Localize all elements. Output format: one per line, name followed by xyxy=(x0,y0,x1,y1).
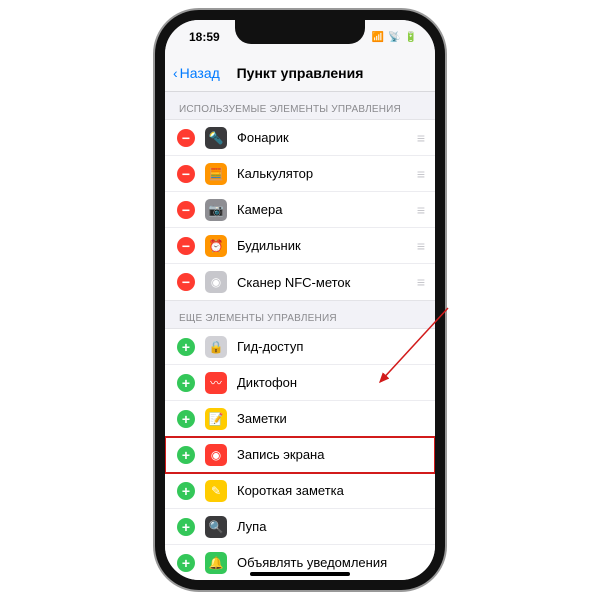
chevron-left-icon: ‹ xyxy=(173,65,178,81)
control-label: Сканер NFC-меток xyxy=(237,275,407,290)
battery-icon: 🔋 xyxy=(405,32,417,43)
control-row: + ✎ Короткая заметка xyxy=(165,473,435,509)
drag-handle-icon[interactable]: ≡ xyxy=(417,202,423,218)
control-label: Запись экрана xyxy=(237,447,423,462)
control-label: Камера xyxy=(237,202,407,217)
app-icon: 🔒 xyxy=(205,336,227,358)
control-label: Объявлять уведомления xyxy=(237,555,423,570)
back-label: Назад xyxy=(180,65,220,81)
control-row: + ◉ Запись экрана xyxy=(165,437,435,473)
control-row: −🧮 Калькулятор ≡ xyxy=(165,156,435,192)
app-icon: ◉ xyxy=(205,444,227,466)
drag-handle-icon[interactable]: ≡ xyxy=(417,130,423,146)
control-label: Гид-доступ xyxy=(237,339,423,354)
control-row: −🔦 Фонарик ≡ xyxy=(165,120,435,156)
add-button[interactable]: + xyxy=(177,446,195,464)
control-row: + 🔒 Гид-доступ xyxy=(165,329,435,365)
home-indicator[interactable] xyxy=(250,572,350,576)
remove-button[interactable]: − xyxy=(177,201,195,219)
control-label: Диктофон xyxy=(237,375,423,390)
control-row: −◉ Сканер NFC-меток ≡ xyxy=(165,264,435,300)
app-icon: 🔔 xyxy=(205,552,227,574)
app-icon: ✎ xyxy=(205,480,227,502)
app-icon: 📷 xyxy=(205,199,227,221)
control-label: Будильник xyxy=(237,238,407,253)
add-button[interactable]: + xyxy=(177,482,195,500)
app-icon: 🧮 xyxy=(205,163,227,185)
control-row: + 〰 Диктофон xyxy=(165,365,435,401)
control-label: Лупа xyxy=(237,519,423,534)
section-header-more: ЕЩЕ ЭЛЕМЕНТЫ УПРАВЛЕНИЯ xyxy=(165,301,435,328)
app-icon: 〰 xyxy=(205,372,227,394)
more-list: + 🔒 Гид-доступ + 〰 Диктофон + 📝 Заметки + ◉ Запись … xyxy=(165,328,435,580)
remove-button[interactable]: − xyxy=(177,129,195,147)
app-icon: ◉ xyxy=(205,271,227,293)
content-scroll[interactable]: ИСПОЛЬЗУЕМЫЕ ЭЛЕМЕНТЫ УПРАВЛЕНИЯ −🔦Фонар… xyxy=(165,92,435,580)
add-button[interactable]: + xyxy=(177,374,195,392)
remove-button[interactable]: − xyxy=(177,165,195,183)
add-button[interactable]: + xyxy=(177,410,195,428)
back-button[interactable]: ‹ Назад xyxy=(173,65,220,81)
notch xyxy=(235,20,365,44)
control-row: + 📝 Заметки xyxy=(165,401,435,437)
add-button[interactable]: + xyxy=(177,554,195,572)
app-icon: 🔍 xyxy=(205,516,227,538)
status-indicators: 📶 📡 🔋 xyxy=(372,32,417,43)
control-row: −⏰ Будильник ≡ xyxy=(165,228,435,264)
section-header-included: ИСПОЛЬЗУЕМЫЕ ЭЛЕМЕНТЫ УПРАВЛЕНИЯ xyxy=(165,92,435,119)
signal-icon: 📶 xyxy=(372,32,384,43)
drag-handle-icon[interactable]: ≡ xyxy=(417,166,423,182)
remove-button[interactable]: − xyxy=(177,273,195,291)
control-row: −📷 Камера ≡ xyxy=(165,192,435,228)
included-list: −🔦Фонарик≡−🧮Калькулятор≡−📷Камера≡−⏰Будил… xyxy=(165,119,435,301)
status-time: 18:59 xyxy=(189,30,220,44)
control-label: Калькулятор xyxy=(237,166,407,181)
control-label: Короткая заметка xyxy=(237,483,423,498)
add-button[interactable]: + xyxy=(177,338,195,356)
add-button[interactable]: + xyxy=(177,518,195,536)
drag-handle-icon[interactable]: ≡ xyxy=(417,238,423,254)
app-icon: ⏰ xyxy=(205,235,227,257)
drag-handle-icon[interactable]: ≡ xyxy=(417,274,423,290)
control-label: Фонарик xyxy=(237,130,407,145)
app-icon: 📝 xyxy=(205,408,227,430)
control-label: Заметки xyxy=(237,411,423,426)
nav-bar: ‹ Назад Пункт управления xyxy=(165,54,435,92)
phone-frame: 18:59 📶 📡 🔋 ‹ Назад Пункт управления ИСП… xyxy=(155,10,445,590)
app-icon: 🔦 xyxy=(205,127,227,149)
control-row: + 🔍 Лупа xyxy=(165,509,435,545)
remove-button[interactable]: − xyxy=(177,237,195,255)
wifi-icon: 📡 xyxy=(388,32,400,43)
page-title: Пункт управления xyxy=(237,65,364,81)
